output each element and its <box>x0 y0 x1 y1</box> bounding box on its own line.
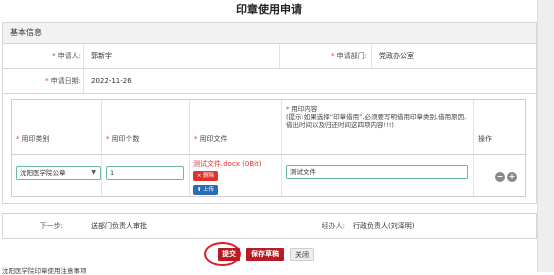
workflow-row: 下一步: 送部门负责人审批 经办人: 行政负责人(刘泽明) <box>2 213 537 239</box>
remove-row-icon[interactable]: − <box>495 172 505 182</box>
chevron-down-icon: ▼ <box>91 169 96 176</box>
count-input[interactable]: 1 <box>106 166 184 180</box>
close-button[interactable]: 关闭 <box>290 248 314 261</box>
dept-label: * 申请部门: <box>331 52 367 60</box>
file-link[interactable]: 测试文件.docx (0Bit) <box>193 159 262 169</box>
cell-seal-type: 沈阳医学院公章 ▼ <box>12 155 102 196</box>
content-input[interactable]: 测试文件 <box>286 165 468 179</box>
required-mark: * <box>45 77 49 85</box>
cell-count: 1 <box>102 155 190 196</box>
header-file: * 用印文件 <box>190 100 282 155</box>
header-count: * 用印个数 <box>102 100 190 155</box>
submit-button[interactable]: 提交 <box>218 248 240 261</box>
form-row-date: * 申请日期: 2022-11-26 <box>2 69 537 94</box>
handler-value: 行政负责人(刘泽明) <box>353 222 415 230</box>
required-mark: * <box>52 52 56 60</box>
header-seal-type: * 用印类别 <box>12 100 102 155</box>
applicant-label: * 申请人: <box>52 52 81 60</box>
page-title: 印章使用申请 <box>236 3 302 16</box>
seal-type-select[interactable]: 沈阳医学院公章 ▼ <box>16 166 101 180</box>
next-step-value: 送部门负责人审批 <box>91 222 147 230</box>
date-label: * 申请日期: <box>45 77 81 85</box>
section-header: 基本信息 <box>2 22 537 44</box>
scrollbar[interactable] <box>537 0 554 272</box>
header-content: * 用印内容 (提示:如果选择“印章借用”,必须要写明借用印章类别,借用原因,借出… <box>282 100 474 155</box>
upload-file-button[interactable]: ⬆ 上传 <box>193 185 218 195</box>
cell-content: 测试文件 <box>282 155 474 196</box>
handler-label: 经办人: <box>321 222 345 230</box>
seal-table: * 用印类别 * 用印个数 * 用印文件 * 用印内容 (提示:如果选择“印章借用”,必… <box>11 99 527 197</box>
applicant-value: 郭新宇 <box>91 52 112 60</box>
seal-table-wrapper: * 用印类别 * 用印个数 * 用印文件 * 用印内容 (提示:如果选择“印章借用”,必… <box>2 94 537 204</box>
content-hint: (提示:如果选择“印章借用”,必须要写明借用印章类别,借用原因,借出时间以及归还… <box>286 113 467 129</box>
add-row-icon[interactable]: + <box>507 172 517 182</box>
delete-file-button[interactable]: × 删除 <box>193 171 218 181</box>
next-step-label: 下一步: <box>39 222 63 230</box>
required-mark: * <box>331 52 335 60</box>
date-value: 2022-11-26 <box>91 77 132 85</box>
footer-note[interactable]: 沈阳医学院印章使用注意事项 <box>2 265 87 275</box>
cell-action: − + <box>474 155 527 196</box>
form-row-applicant: * 申请人: 郭新宇 * 申请部门: 党政办公室 <box>2 44 537 69</box>
header-action: 操作 <box>474 100 527 155</box>
cell-file: 测试文件.docx (0Bit) × 删除 ⬆ 上传 <box>190 155 282 196</box>
dept-value: 党政办公室 <box>379 52 414 60</box>
save-draft-button[interactable]: 保存草稿 <box>246 248 284 261</box>
